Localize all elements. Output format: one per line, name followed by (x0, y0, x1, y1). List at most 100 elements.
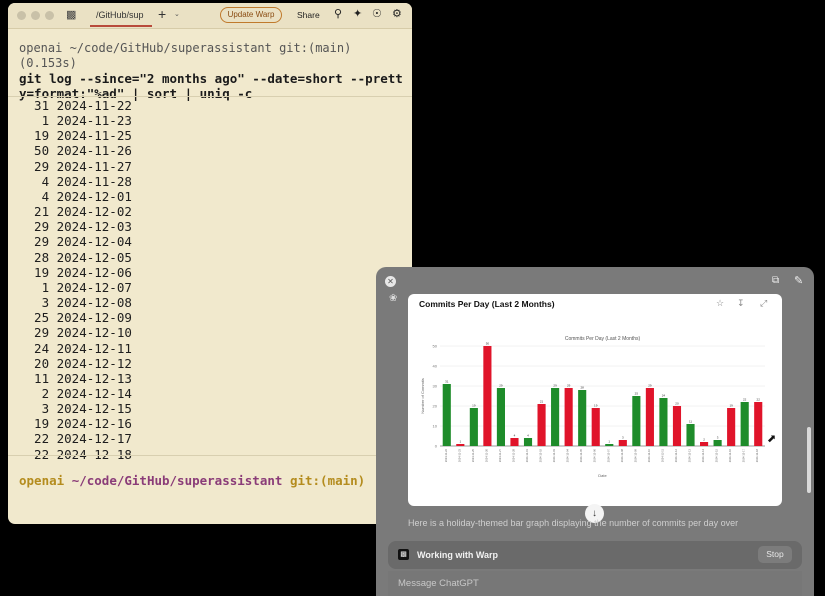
output-line: 1 2024-12-07 (19, 279, 132, 295)
bar-value-label: 19 (472, 404, 476, 408)
mouse-cursor-icon: ⬈ (767, 433, 777, 445)
x-tick-label: 2024-12-03 (552, 448, 556, 462)
chatgpt-panel: ✕ ⧉ ✎ ❀ Commits Per Day (Last 2 Months) … (376, 267, 814, 596)
bar (700, 442, 709, 446)
x-tick-label: 2024-12-08 (620, 448, 624, 462)
output-line: 22 2024-12-17 (19, 431, 132, 447)
lightbulb-icon[interactable]: ☉ (372, 7, 382, 20)
close-light[interactable] (17, 11, 26, 20)
output-line: 25 2024-12-09 (19, 310, 132, 326)
output-line: 31 2024-11-22 (19, 98, 132, 113)
output-line: 28 2024-12-05 (19, 249, 132, 265)
bar (672, 406, 682, 446)
message-input[interactable]: Message ChatGPT (388, 571, 802, 596)
bar-value-label: 19 (594, 404, 598, 408)
tab-title: /GitHub/sup (96, 10, 144, 20)
x-tick-label: 2024-12-07 (606, 448, 610, 462)
output-line: 29 2024-12-04 (19, 234, 132, 250)
star-icon[interactable]: ☆ (716, 298, 724, 309)
x-tick-label: 2024-12-13 (688, 448, 692, 462)
sparkle-icon[interactable]: ✦ (353, 7, 362, 20)
input-prompt[interactable]: openai ~/code/GitHub/superassistant git:… (19, 473, 365, 488)
plus-icon[interactable]: + (158, 6, 166, 22)
share-button[interactable]: Share (297, 10, 320, 20)
chart-card: Commits Per Day (Last 2 Months) ☆ ↧ ⤢ Co… (408, 294, 782, 506)
assistant-message: Here is a holiday-themed bar graph displ… (408, 518, 739, 528)
x-tick-label: 2024-12-09 (633, 448, 637, 462)
x-tick-label: 2024-12-05 (579, 448, 583, 462)
bar (496, 388, 505, 446)
tabs-icon[interactable]: ▩ (66, 8, 76, 21)
prompt-user: openai (19, 473, 65, 488)
x-tick-label: 2024-12-16 (728, 448, 732, 462)
bar-value-label: 25 (635, 392, 639, 396)
output-line: 21 2024-12-02 (19, 204, 132, 220)
output-line: 2 2024-12-14 (19, 385, 132, 401)
bar (551, 388, 560, 446)
search-icon[interactable]: ⚲ (334, 7, 342, 20)
x-tick-label: 2024-12-06 (593, 448, 597, 462)
bar-value-label: 22 (743, 398, 747, 402)
working-with-warp-bar: ▩ Working with Warp Stop (388, 541, 802, 569)
bar-value-label: 19 (729, 404, 733, 408)
bar-value-label: 11 (689, 420, 692, 424)
block-divider (8, 455, 412, 456)
bar (686, 424, 695, 446)
x-tick-label: 2024-12-02 (539, 448, 543, 462)
gear-icon[interactable]: ⚙ (392, 7, 402, 20)
bar-value-label: 4 (514, 434, 516, 438)
output-line: 29 2024-12-10 (19, 325, 132, 341)
command-block: openai ~/code/GitHub/superassistant git:… (19, 41, 412, 101)
output-line: 11 2024-12-13 (19, 370, 132, 386)
output-line: 4 2024-12-01 (19, 188, 132, 204)
chart-title: Commits Per Day (Last 2 Months) (565, 336, 641, 342)
chevron-down-icon[interactable]: ⌄ (174, 10, 180, 18)
x-tick-label: 2024-11-23 (457, 448, 461, 462)
compose-icon[interactable]: ✎ (794, 274, 803, 287)
tab-active[interactable]: /GitHub/sup (86, 5, 186, 27)
output-line: 24 2024-12-11 (19, 340, 132, 356)
y-tick-label: 20 (433, 404, 438, 409)
bar (754, 402, 763, 446)
bar (483, 346, 492, 446)
close-icon[interactable]: ✕ (385, 276, 396, 287)
y-axis-label: Number of Commits (420, 378, 425, 414)
zoom-light[interactable] (45, 11, 54, 20)
x-tick-label: 2024-12-10 (647, 448, 651, 462)
output-line: 50 2024-11-26 (19, 143, 132, 159)
window-icon[interactable]: ⧉ (772, 275, 779, 286)
bar-value-label: 29 (567, 384, 571, 388)
x-tick-label: 2024-11-22 (444, 448, 448, 462)
output-line: 29 2024-12-03 (19, 219, 132, 235)
x-tick-label: 2024-11-25 (471, 448, 475, 462)
y-tick-label: 40 (433, 364, 438, 369)
y-tick-label: 30 (433, 384, 438, 389)
x-tick-label: 2024-12-04 (566, 448, 570, 462)
x-tick-label: 2024-11-27 (498, 448, 502, 462)
update-warp-button[interactable]: Update Warp (220, 7, 282, 23)
bar (523, 438, 533, 446)
download-icon[interactable]: ↧ (737, 298, 745, 309)
tab-underline (90, 25, 152, 27)
chart-card-title: Commits Per Day (Last 2 Months) (419, 299, 555, 309)
bar (564, 388, 573, 446)
bar-value-label: 24 (662, 394, 666, 398)
x-axis-label: Date (598, 473, 607, 478)
stop-button[interactable]: Stop (758, 546, 792, 563)
minimize-light[interactable] (31, 11, 40, 20)
bar (740, 402, 749, 446)
bar-value-label: 29 (553, 384, 557, 388)
bar (605, 444, 614, 446)
bar (510, 438, 519, 446)
bar-value-label: 1 (608, 440, 610, 444)
commits-bar-chart: Commits Per Day (Last 2 Months) 0 10 20 30 40… (420, 336, 765, 478)
scrollbar[interactable] (807, 427, 811, 493)
bar (618, 440, 627, 446)
x-tick-label: 2024-12-14 (701, 448, 705, 462)
expand-icon[interactable]: ⤢ (760, 298, 767, 309)
bar-value-label: 3 (622, 436, 624, 440)
x-tick-label: 2024-12-15 (715, 448, 719, 462)
bar-value-label: 2 (703, 438, 705, 442)
bar-value-label: 21 (540, 400, 544, 404)
bar (578, 390, 587, 446)
